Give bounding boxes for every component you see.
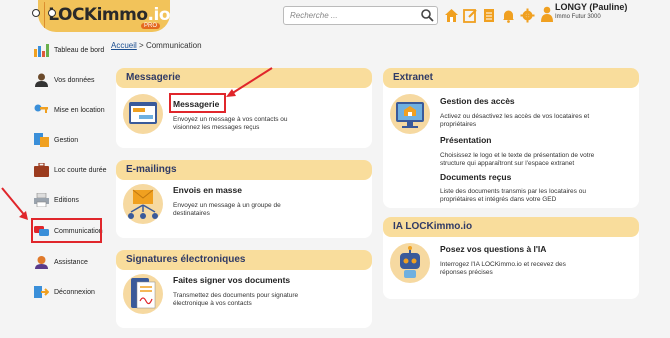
extranet-monitor-icon[interactable]: [390, 94, 430, 134]
logout-icon: [34, 285, 49, 299]
sidebar-item-label: Loc courte durée: [54, 166, 107, 174]
home-icon[interactable]: [444, 8, 459, 23]
extranet-section-header: Extranet: [383, 68, 639, 88]
sidebar-item-label: Tableau de bord: [54, 46, 105, 54]
person-icon: [34, 73, 49, 87]
app-logo[interactable]: LOCKimmo.io PRO: [32, 0, 171, 32]
extranet-access-desc: Activez ou désactivez les accès de vos l…: [440, 113, 590, 129]
messagerie-highlight-box: [169, 93, 226, 113]
user-company: Immo Futur 3000: [555, 14, 601, 20]
printer-icon: [34, 193, 49, 207]
ia-tile-title[interactable]: Posez vos questions à l'IA: [440, 244, 546, 254]
annotation-arrow-top: [226, 67, 273, 97]
key-icon: [34, 103, 49, 117]
pro-badge: PRO: [140, 23, 160, 29]
messagerie-tile-desc: Envoyez un message à vos contacts ou vis…: [173, 116, 288, 132]
document-icon[interactable]: [482, 8, 497, 23]
breadcrumb-home-link[interactable]: Accueil: [111, 41, 137, 50]
extranet-documents-desc: Liste des documents transmis par les loc…: [440, 188, 586, 204]
sidebar-item-label: Mise en location: [54, 106, 105, 114]
sidebar-item-label: Gestion: [54, 136, 79, 144]
communication-highlight-box: [31, 218, 102, 243]
extranet-card: [383, 68, 639, 208]
user-icon[interactable]: [541, 6, 553, 22]
signatures-tile-desc: Transmettez des documents pour signature…: [173, 292, 299, 308]
mass-email-icon[interactable]: [123, 184, 163, 224]
edit-icon[interactable]: [463, 8, 478, 23]
brand-name: LOCKimmo.io: [48, 5, 170, 25]
suitcase-icon: [34, 163, 49, 177]
sidebar-item-short-rental[interactable]: Loc courte durée: [34, 160, 107, 180]
extranet-presentation-desc: Choisissez le logo et le texte de présen…: [440, 152, 595, 168]
bell-icon[interactable]: [501, 8, 516, 23]
sidebar-item-label: Assistance: [54, 258, 88, 266]
top-header: LOCKimmo.io PRO Recherche ... LONGY (Pau…: [0, 0, 670, 34]
sidebar-item-label: Vos données: [54, 76, 95, 84]
annotation-arrow-left: [1, 187, 28, 220]
breadcrumb: Accueil > Communication: [111, 41, 202, 50]
user-info[interactable]: LONGY (Pauline) Immo Futur 3000: [555, 2, 627, 20]
ia-section-header: IA LOCKimmo.io: [383, 217, 639, 237]
signature-document-icon[interactable]: [123, 274, 163, 314]
sidebar-item-assistance[interactable]: Assistance: [34, 252, 88, 272]
management-icon: [34, 133, 49, 147]
sidebar-item-logout[interactable]: Déconnexion: [34, 282, 95, 302]
message-window-icon[interactable]: [123, 94, 163, 134]
breadcrumb-current: Communication: [145, 41, 202, 50]
sidebar-item-label: Editions: [54, 196, 79, 204]
breadcrumb-separator: >: [139, 41, 144, 50]
search-icon[interactable]: [420, 8, 434, 22]
sidebar-item-data[interactable]: Vos données: [34, 70, 94, 90]
sidebar-item-management[interactable]: Gestion: [34, 130, 78, 150]
ai-robot-icon[interactable]: [390, 243, 430, 283]
support-agent-icon: [34, 255, 49, 269]
extranet-presentation-title[interactable]: Présentation: [440, 135, 492, 145]
emailings-tile-desc: Envoyez un message à un groupe de destin…: [173, 202, 281, 218]
sidebar-item-rental[interactable]: Mise en location: [34, 100, 105, 120]
emailings-tile-title[interactable]: Envois en masse: [173, 185, 242, 195]
sidebar-item-dashboard[interactable]: Tableau de bord: [34, 40, 104, 60]
sidebar-item-label: Déconnexion: [54, 288, 95, 296]
dashboard-icon: [34, 43, 49, 57]
header-toolbar: [444, 8, 535, 23]
extranet-documents-title[interactable]: Documents reçus: [440, 172, 511, 182]
ia-tile-desc: Interrogez l'IA LOCKimmo.io et recevez d…: [440, 261, 566, 277]
search-input[interactable]: Recherche ...: [283, 6, 438, 25]
emailings-section-header: E-mailings: [116, 160, 372, 180]
signatures-tile-title[interactable]: Faites signer vos documents: [173, 275, 290, 285]
user-name: LONGY (Pauline): [555, 2, 628, 12]
extranet-access-title[interactable]: Gestion des accès: [440, 96, 515, 106]
gear-icon[interactable]: [520, 8, 535, 23]
sidebar-item-editions[interactable]: Editions: [34, 190, 79, 210]
signatures-section-header: Signatures électroniques: [116, 250, 372, 270]
